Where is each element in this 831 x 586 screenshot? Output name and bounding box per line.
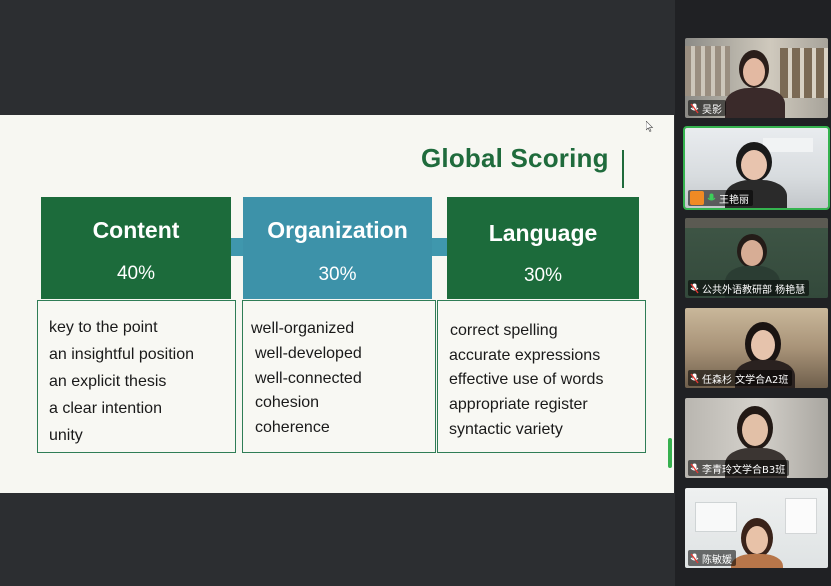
organization-criteria-panel: well-organized well-developed well-conne… (242, 300, 436, 453)
participant-name: 陈敏媛 (702, 554, 732, 566)
participant-name: 吴影 (702, 104, 722, 116)
list-item: appropriate register (449, 396, 588, 413)
mic-muted-icon (690, 103, 699, 113)
page-scroll-indicator[interactable] (668, 438, 672, 468)
language-percent: 30% (523, 265, 563, 286)
participant-tile[interactable]: 李青玲文学合B3班 (685, 398, 828, 478)
mic-muted-icon (690, 553, 699, 563)
participant-name: 公共外语教研部 杨艳慧 (702, 284, 806, 296)
content-percent: 40% (116, 263, 156, 284)
mic-muted-icon (690, 373, 699, 383)
list-item: syntactic variety (449, 421, 563, 438)
list-item: well-developed (255, 345, 362, 362)
title-accent-bar (622, 150, 624, 188)
participant-tile[interactable]: 吴影 (685, 38, 828, 118)
content-heading: Content (92, 217, 180, 243)
language-criteria-panel: correct spelling accurate expressions ef… (437, 300, 646, 453)
list-item: accurate expressions (449, 347, 601, 364)
participant-tile-active[interactable]: 王艳丽 (683, 126, 830, 210)
list-item: a clear intention (49, 400, 162, 417)
connector-bar-2 (431, 238, 447, 256)
list-item: an insightful position (49, 346, 194, 363)
list-item: an explicit thesis (49, 373, 167, 390)
list-item: well-organized (251, 320, 355, 337)
organization-percent: 30% (318, 264, 357, 285)
participant-tile[interactable]: 任森杉 文学合A2班 (685, 308, 828, 388)
content-header-box: Content 40% (41, 197, 231, 299)
mic-icon (707, 193, 716, 200)
slide-title: Global Scoring (421, 143, 609, 173)
organization-heading: Organization (267, 217, 408, 243)
organization-header-box: Organization 30% (243, 197, 432, 299)
list-item: well-connected (255, 370, 362, 387)
participant-name: 李青玲文学合B3班 (702, 464, 786, 476)
mic-muted-icon (690, 463, 699, 473)
list-item: coherence (255, 419, 330, 436)
list-item: correct spelling (450, 322, 558, 339)
mouse-cursor-icon (646, 121, 654, 132)
list-item: key to the point (49, 319, 158, 336)
language-header-box: Language 30% (447, 197, 639, 299)
participant-tile[interactable]: 公共外语教研部 杨艳慧 (685, 218, 828, 298)
list-item: unity (49, 427, 83, 444)
user-avatar-icon (690, 191, 704, 205)
participant-tile[interactable]: 陈敏媛 (685, 488, 828, 568)
language-heading: Language (488, 220, 598, 246)
connector-bar-1 (231, 238, 243, 256)
participant-name: 王艳丽 (719, 194, 749, 206)
shared-screen-area: Global Scoring Content 40% Organization … (0, 0, 675, 586)
participant-name: 任森杉 文学合A2班 (702, 374, 789, 386)
mic-muted-icon (690, 283, 699, 293)
content-criteria-panel: key to the point an insightful position … (37, 300, 236, 453)
list-item: cohesion (255, 394, 320, 411)
list-item: effective use of words (449, 371, 604, 388)
